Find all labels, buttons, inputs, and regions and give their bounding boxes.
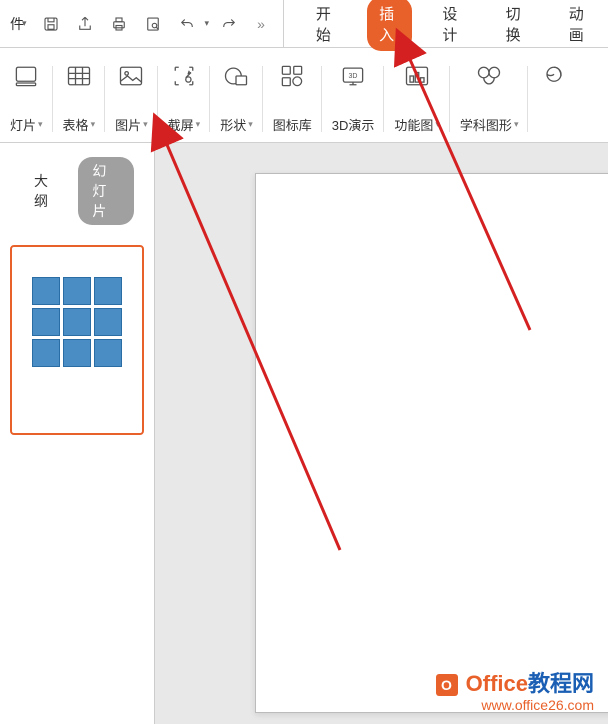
ribbon-function-chart[interactable]: 功能图▾ [384, 56, 450, 142]
ribbon-more[interactable] [528, 56, 580, 142]
undo-icon[interactable] [173, 10, 201, 38]
top-toolbar: 件 ▾ ▾ » 开始 插入 设计 切换 动画 [0, 0, 608, 48]
watermark-url: www.office26.com [436, 697, 595, 714]
quick-access-toolbar: 件 ▾ ▾ » [6, 0, 284, 47]
canvas-area [155, 143, 608, 724]
subject-shapes-icon [473, 60, 505, 92]
main-area: 大纲 幻灯片 [0, 143, 608, 724]
share-icon[interactable] [71, 10, 99, 38]
save-icon[interactable] [37, 10, 65, 38]
ribbon-slides-label: 灯片▾ [10, 115, 43, 134]
ribbon-icon-library-label: 图标库 [273, 115, 312, 134]
ribbon-table-label: 表格▾ [63, 115, 96, 134]
tab-design[interactable]: 设计 [430, 0, 475, 51]
svg-text:3D: 3D [349, 73, 358, 80]
panel-tabs: 大纲 幻灯片 [0, 143, 154, 239]
icon-library-icon [276, 60, 308, 92]
ribbon-subject-shapes-label: 学科图形▾ [460, 115, 519, 134]
ribbon-function-chart-label: 功能图▾ [394, 115, 440, 134]
chevron-down-icon: ▾ [22, 18, 27, 29]
ribbon-table[interactable]: 表格▾ [53, 56, 106, 142]
print-preview-icon[interactable] [139, 10, 167, 38]
print-icon[interactable] [105, 10, 133, 38]
redo-icon[interactable] [215, 10, 243, 38]
table-icon [63, 60, 95, 92]
ribbon-screenshot-label: 截屏▾ [168, 115, 201, 134]
3d-demo-icon: 3D [337, 60, 369, 92]
watermark-badge-icon: O [436, 674, 458, 696]
ribbon-tabs: 开始 插入 设计 切换 动画 [284, 0, 602, 51]
ribbon-picture-label: 图片▾ [115, 115, 148, 134]
screenshot-icon [168, 60, 200, 92]
tab-insert[interactable]: 插入 [367, 0, 412, 51]
more-commands-icon[interactable]: » [249, 16, 273, 32]
ribbon-shapes-label: 形状▾ [220, 115, 253, 134]
ribbon-icon-library[interactable]: 图标库 [263, 56, 322, 142]
tab-animation[interactable]: 动画 [557, 0, 602, 51]
ribbon-shapes[interactable]: 形状▾ [210, 56, 263, 142]
ribbon-subject-shapes[interactable]: 学科图形▾ [450, 56, 529, 142]
ribbon-slides[interactable]: 灯片▾ [0, 56, 53, 142]
panel-tab-outline[interactable]: 大纲 [20, 167, 66, 215]
picture-icon [115, 60, 147, 92]
undo-dropdown-icon[interactable]: ▾ [205, 18, 210, 29]
slide-canvas[interactable] [255, 173, 608, 713]
function-chart-icon [401, 60, 433, 92]
new-slide-icon [10, 60, 42, 92]
slide-panel: 大纲 幻灯片 [0, 143, 155, 724]
watermark: O Office教程网 www.office26.com [436, 671, 595, 714]
ribbon-3d-demo[interactable]: 3D 3D演示 [322, 56, 385, 142]
ribbon-screenshot[interactable]: 截屏▾ [158, 56, 211, 142]
shapes-icon [220, 60, 252, 92]
ribbon-3d-demo-label: 3D演示 [332, 115, 375, 134]
ribbon-picture[interactable]: 图片▾ [105, 56, 158, 142]
more-ribbon-icon [538, 60, 570, 92]
watermark-title: O Office教程网 [436, 671, 595, 697]
tab-start[interactable]: 开始 [304, 0, 349, 51]
panel-tab-slides[interactable]: 幻灯片 [78, 157, 134, 225]
thumbnail-content-grid [32, 277, 122, 367]
slide-thumbnail-1[interactable] [10, 245, 144, 435]
file-menu[interactable]: 件 ▾ [6, 14, 31, 34]
ribbon-insert: 灯片▾ 表格▾ 图片▾ 截屏▾ 形状▾ 图标库 3D 3D演示 [0, 48, 608, 143]
tab-transition[interactable]: 切换 [494, 0, 539, 51]
